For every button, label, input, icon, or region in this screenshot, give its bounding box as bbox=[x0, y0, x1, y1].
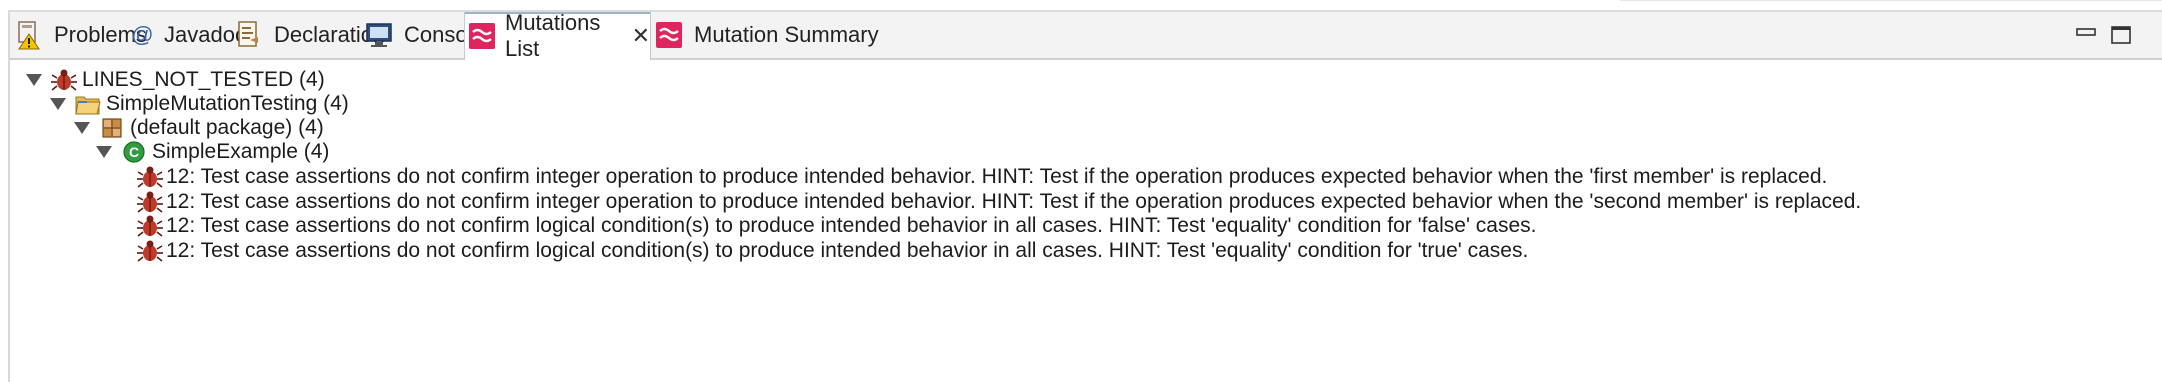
tab-mutations-list[interactable]: Mutations List ✕ bbox=[464, 10, 651, 61]
problems-icon bbox=[14, 20, 44, 50]
tab-mutation-summary[interactable]: Mutation Summary bbox=[654, 12, 879, 58]
console-icon bbox=[364, 20, 394, 50]
expand-toggle-icon[interactable] bbox=[96, 146, 112, 158]
mutations-icon bbox=[654, 20, 684, 50]
tree-node-mutation[interactable]: 12: Test case assertions do not confirm … bbox=[136, 235, 1528, 267]
maximize-icon[interactable] bbox=[2110, 24, 2132, 46]
mutations-icon bbox=[469, 21, 495, 51]
declaration-icon bbox=[234, 20, 264, 50]
view-tab-bar: Problems @ Javadoc Declaration Console M… bbox=[10, 10, 2162, 61]
minimize-icon[interactable] bbox=[2075, 24, 2097, 46]
mutations-tree: LINES_NOT_TESTED (4) SimpleMutationTesti… bbox=[10, 60, 2162, 382]
expand-toggle-icon[interactable] bbox=[50, 98, 66, 110]
close-icon[interactable]: ✕ bbox=[632, 23, 650, 49]
expand-toggle-icon[interactable] bbox=[74, 122, 90, 134]
tab-javadoc[interactable]: @ Javadoc bbox=[130, 12, 246, 58]
window-top-edge bbox=[1620, 0, 2162, 1]
tab-label: Mutation Summary bbox=[694, 22, 879, 47]
bug-icon bbox=[136, 237, 164, 265]
tree-node-label: 12: Test case assertions do not confirm … bbox=[166, 239, 1529, 262]
tab-problems[interactable]: Problems bbox=[14, 12, 147, 58]
tab-declaration[interactable]: Declaration bbox=[234, 12, 385, 58]
class-glyph: C bbox=[129, 144, 139, 160]
tab-label: Mutations List bbox=[505, 10, 601, 61]
expand-toggle-icon[interactable] bbox=[26, 74, 42, 86]
javadoc-icon: @ bbox=[130, 22, 154, 47]
